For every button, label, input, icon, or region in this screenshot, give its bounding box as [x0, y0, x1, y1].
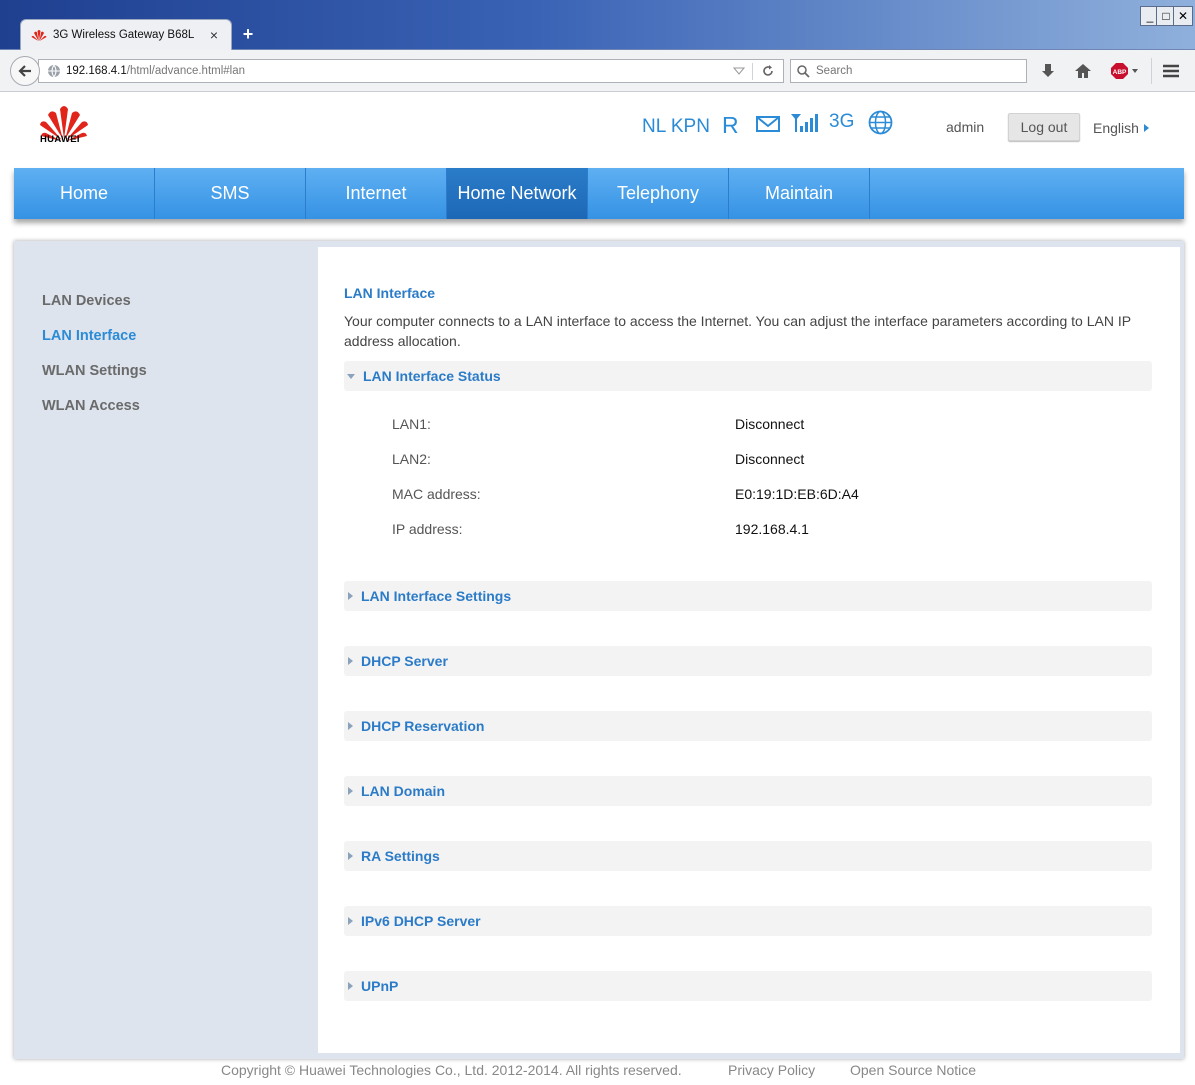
status-row-lan1: LAN1: Disconnect [392, 416, 1092, 436]
section-label: LAN Interface Status [363, 368, 501, 384]
status-value: Disconnect [735, 451, 805, 467]
mail-icon[interactable] [755, 114, 781, 134]
carrier-name: NL KPN [642, 116, 710, 137]
section-label: LAN Interface Settings [361, 588, 512, 604]
sidebar-item-wlan-access[interactable]: WLAN Access [42, 398, 302, 433]
status-value: Disconnect [735, 416, 805, 432]
sidebar-item-lan-devices[interactable]: LAN Devices [42, 293, 302, 328]
section-label: RA Settings [361, 848, 440, 864]
chevron-down-icon [347, 373, 355, 379]
chevron-right-icon [348, 787, 353, 795]
adblock-plus-icon[interactable]: ABP [1110, 61, 1140, 81]
reload-icon[interactable] [761, 64, 775, 78]
section-lan-interface-status[interactable]: LAN Interface Status [344, 361, 1152, 391]
chevron-right-icon [348, 917, 353, 925]
nav-home[interactable]: Home [14, 168, 155, 219]
status-key: LAN2: [392, 451, 431, 467]
url-path: /html/advance.html#lan [126, 65, 246, 77]
browser-titlebar: 3G Wireless Gateway B68L × + _ □ ✕ [0, 0, 1195, 50]
section-dhcp-reservation[interactable]: DHCP Reservation [344, 711, 1152, 741]
section-label: DHCP Server [361, 653, 448, 669]
logout-button[interactable]: Log out [1008, 113, 1080, 141]
section-lan-interface-settings[interactable]: LAN Interface Settings [344, 581, 1152, 611]
chevron-right-icon [1143, 124, 1149, 132]
content-frame: LAN Devices LAN Interface WLAN Settings … [14, 241, 1184, 1059]
nav-maintain[interactable]: Maintain [729, 168, 870, 219]
nav-home-network[interactable]: Home Network [447, 168, 588, 219]
window-close-button[interactable]: ✕ [1173, 6, 1193, 26]
copyright-text: Copyright © Huawei Technologies Co., Ltd… [221, 1062, 682, 1078]
logo-text: HUAWEI [40, 134, 80, 145]
sidebar: LAN Devices LAN Interface WLAN Settings … [42, 293, 302, 433]
internet-globe-icon [868, 110, 893, 135]
sidebar-item-lan-interface[interactable]: LAN Interface [42, 328, 302, 363]
url-dropdown-icon[interactable] [733, 65, 745, 77]
home-icon[interactable] [1073, 61, 1093, 81]
tab-close-icon[interactable]: × [207, 27, 221, 43]
globe-icon [48, 64, 60, 78]
nav-sms[interactable]: SMS [155, 168, 306, 219]
status-value: E0:19:1D:EB:6D:A4 [735, 486, 859, 502]
chevron-right-icon [348, 722, 353, 730]
search-bar[interactable] [790, 59, 1027, 83]
new-tab-icon[interactable]: + [238, 24, 258, 45]
sidebar-item-wlan-settings[interactable]: WLAN Settings [42, 363, 302, 398]
section-dhcp-server[interactable]: DHCP Server [344, 646, 1152, 676]
section-ipv6-dhcp-server[interactable]: IPv6 DHCP Server [344, 906, 1152, 936]
section-label: LAN Domain [361, 783, 445, 799]
section-label: IPv6 DHCP Server [361, 913, 481, 929]
nav-telephony[interactable]: Telephony [588, 168, 729, 219]
username: admin [946, 119, 985, 135]
tab-title: 3G Wireless Gateway B68L [53, 29, 195, 41]
svg-text:ABP: ABP [1113, 69, 1127, 76]
main-panel: LAN Interface Your computer connects to … [318, 247, 1180, 1053]
browser-tab[interactable]: 3G Wireless Gateway B68L × [20, 19, 232, 50]
language-selector[interactable]: English [1093, 120, 1149, 136]
section-ra-settings[interactable]: RA Settings [344, 841, 1152, 871]
download-icon[interactable] [1038, 61, 1058, 81]
url-bar[interactable]: 192.168.4.1/html/advance.html#lan [38, 59, 784, 83]
chevron-right-icon [348, 852, 353, 860]
status-key: IP address: [392, 521, 463, 537]
search-icon [797, 64, 810, 78]
back-arrow-icon [18, 65, 31, 77]
section-label: DHCP Reservation [361, 718, 485, 734]
router-page: HUAWEI NL KPN R 3G admin Log out English… [0, 92, 1195, 1085]
page-title: LAN Interface [344, 285, 436, 301]
status-value: 192.168.4.1 [735, 521, 809, 537]
main-nav: Home SMS Internet Home Network Telephony… [14, 168, 1184, 219]
status-row-ip-address: IP address: 192.168.4.1 [392, 521, 1092, 541]
nav-internet[interactable]: Internet [306, 168, 447, 219]
chevron-right-icon [348, 592, 353, 600]
back-button[interactable] [10, 56, 40, 86]
roaming-indicator: R [722, 112, 739, 138]
hamburger-menu-icon[interactable] [1161, 61, 1181, 81]
page-description: Your computer connects to a LAN interfac… [344, 313, 1131, 349]
chevron-right-icon [348, 982, 353, 990]
language-label: English [1093, 120, 1139, 136]
privacy-policy-link[interactable]: Privacy Policy [728, 1062, 815, 1078]
search-input[interactable] [816, 65, 1016, 77]
status-key: MAC address: [392, 486, 481, 502]
status-row-mac-address: MAC address: E0:19:1D:EB:6D:A4 [392, 486, 1092, 506]
navbar-separator [1151, 58, 1152, 84]
browser-navbar: 192.168.4.1/html/advance.html#lan ABP [0, 50, 1195, 92]
status-key: LAN1: [392, 416, 431, 432]
url-host: 192.168.4.1 [66, 65, 127, 77]
chevron-right-icon [348, 657, 353, 665]
footer: Copyright © Huawei Technologies Co., Ltd… [0, 1060, 1195, 1085]
url-separator [752, 63, 753, 80]
signal-strength-icon [791, 114, 818, 132]
section-upnp[interactable]: UPnP [344, 971, 1152, 1001]
huawei-favicon-icon [31, 30, 47, 41]
status-row-lan2: LAN2: Disconnect [392, 451, 1092, 471]
section-label: UPnP [361, 978, 399, 994]
network-type: 3G [829, 111, 855, 132]
open-source-notice-link[interactable]: Open Source Notice [850, 1062, 976, 1078]
section-lan-domain[interactable]: LAN Domain [344, 776, 1152, 806]
